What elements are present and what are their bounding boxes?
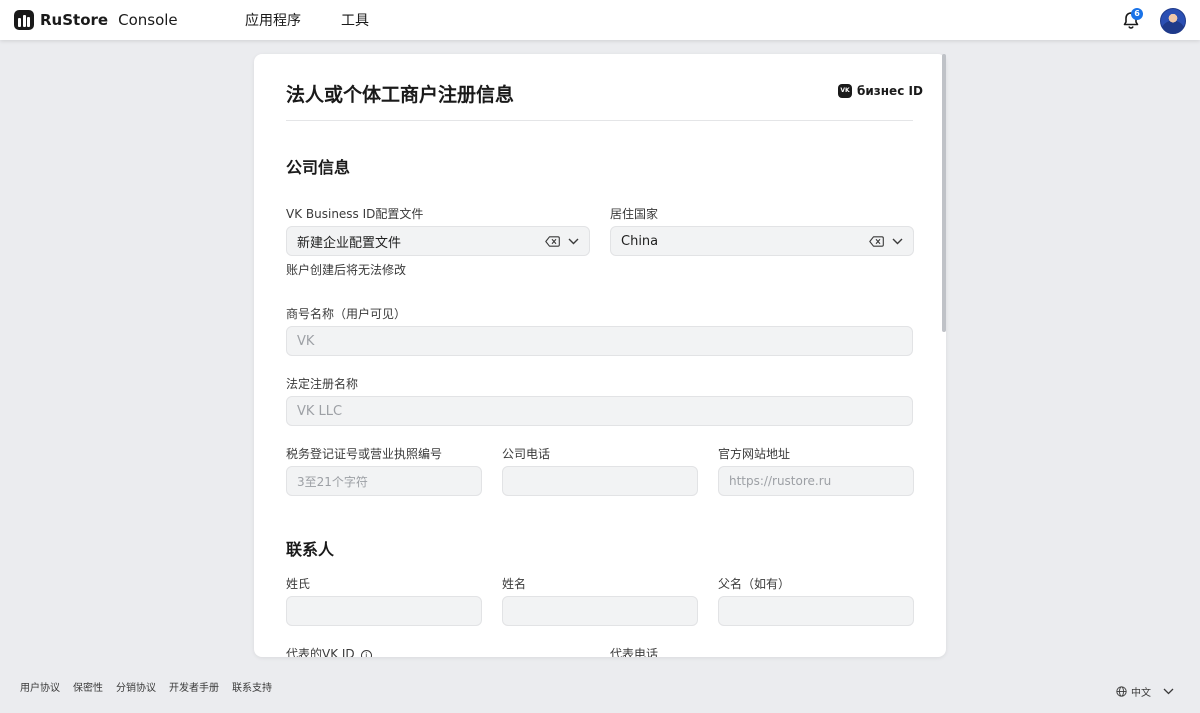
given-name-input[interactable] [502,596,698,626]
website-input[interactable]: https://rustore.ru [718,466,914,496]
footer-link-distribution[interactable]: 分销协议 [116,679,156,694]
footer-link-user-agreement[interactable]: 用户协议 [20,679,60,694]
footer-links: 用户协议 保密性 分销协议 开发者手册 联系支持 [20,679,272,694]
vk-profile-select[interactable]: 新建企业配置文件 [286,226,590,256]
rustore-logo-icon [14,10,34,30]
info-icon[interactable]: i [360,650,372,657]
clear-icon[interactable] [545,235,560,247]
vk-profile-value: 新建企业配置文件 [297,235,402,251]
title-divider [286,120,913,121]
contact-section-title: 联系人 [286,540,335,559]
language-selector[interactable]: 中文 [1116,684,1174,699]
clear-icon[interactable] [869,235,884,247]
chevron-down-icon[interactable] [892,238,903,245]
company-phone-input[interactable] [502,466,698,496]
vk-business-id-text: бизнес ID [857,84,923,98]
vk-id-label: 代表的VK ID i [286,645,372,657]
tax-id-input[interactable]: 3至21个字符 [286,466,482,496]
card-scrollbar[interactable] [942,54,946,332]
country-label: 居住国家 [610,207,659,221]
legal-name-label: 法定注册名称 [286,377,359,391]
nav-apps[interactable]: 应用程序 [245,10,301,30]
tax-id-label: 税务登记证号或营业执照编号 [286,447,443,461]
chevron-down-icon[interactable] [568,238,579,245]
notification-count-badge: 6 [1131,8,1143,20]
footer-link-dev-manual[interactable]: 开发者手册 [169,679,219,694]
company-section-title: 公司信息 [286,158,351,177]
registration-card: 法人或个体工商户注册信息 VK бизнес ID 公司信息 VK Busine… [254,54,946,657]
top-bar: RuStore Console 应用程序 工具 [0,0,1200,40]
rep-phone-label: 代表电话 [610,647,659,657]
footer-link-privacy[interactable]: 保密性 [73,679,103,694]
given-name-label: 姓名 [502,577,527,591]
patronymic-input[interactable] [718,596,914,626]
nav-tools[interactable]: 工具 [341,10,369,30]
vk-business-id-badge: VK бизнес ID [838,84,923,98]
country-value: China [621,233,659,249]
main-nav: 应用程序 工具 [245,0,369,40]
brand-sub: Console [118,11,178,29]
language-label: 中文 [1131,688,1151,699]
user-avatar[interactable] [1160,8,1186,34]
patronymic-label: 父名（如有） [718,577,791,591]
vk-profile-label: VK Business ID配置文件 [286,207,424,221]
trade-name-label: 商号名称（用户可见） [286,307,407,321]
vk-profile-hint: 账户创建后将无法修改 [286,263,407,277]
website-label: 官方网站地址 [718,447,791,461]
vk-logo-icon: VK [838,84,852,98]
chevron-down-icon [1163,688,1174,695]
page-title: 法人或个体工商户注册信息 [286,84,515,106]
company-phone-label: 公司电话 [502,447,551,461]
trade-name-input[interactable]: VK [286,326,913,356]
surname-label: 姓氏 [286,577,311,591]
footer-link-support[interactable]: 联系支持 [232,679,272,694]
surname-input[interactable] [286,596,482,626]
rustore-logo[interactable]: RuStore Console [14,10,178,30]
country-select[interactable]: China [610,226,914,256]
legal-name-input[interactable]: VK LLC [286,396,913,426]
globe-icon [1116,686,1127,697]
brand-name: RuStore [40,11,109,29]
